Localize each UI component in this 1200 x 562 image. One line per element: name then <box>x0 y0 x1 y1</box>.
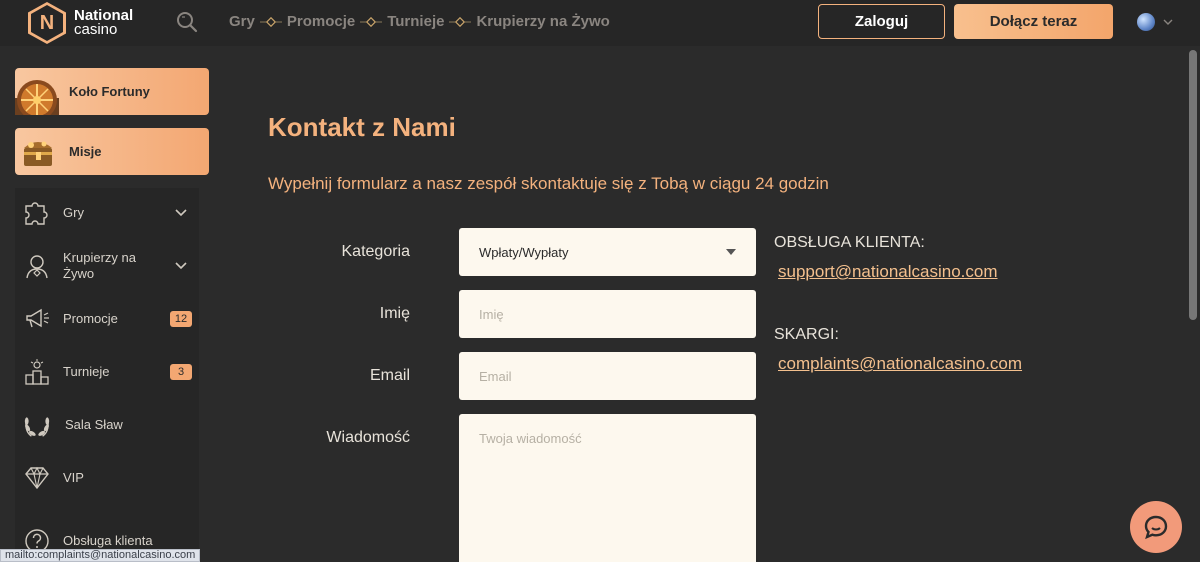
sidebar-item-tournaments[interactable]: Turnieje 3 <box>15 357 199 387</box>
sidebar-promo-label: Misje <box>69 144 102 159</box>
nav-separator-icon <box>444 16 476 27</box>
sidebar-item-live-dealers[interactable]: Krupierzy na Żywo <box>15 248 199 284</box>
category-select[interactable]: Wpłaty/Wypłaty <box>459 228 756 276</box>
sidebar-menu: Gry Krupierzy na Żywo Promocje 12 Turnie… <box>15 188 199 562</box>
sidebar-item-label: Gry <box>63 205 84 220</box>
sidebar-item-label: Krupierzy na Żywo <box>63 250 136 281</box>
live-chat-button[interactable] <box>1130 501 1182 553</box>
name-input-placeholder: Imię <box>479 306 504 322</box>
brand-logo[interactable]: N National casino <box>28 2 133 44</box>
sidebar-item-promotions[interactable]: Promocje 12 <box>15 304 199 334</box>
chat-bubble-icon <box>1144 515 1168 540</box>
sidebar: Koło Fortuny Misje Gry Krupierzy na Żywo… <box>0 46 220 562</box>
message-label: Wiadomość <box>326 429 410 446</box>
category-select-value: Wpłaty/Wypłaty <box>479 244 569 260</box>
nav-separator-icon <box>255 16 287 27</box>
dropdown-arrow-icon <box>726 249 736 255</box>
name-input[interactable]: Imię <box>459 290 756 338</box>
nav-item-tournaments[interactable]: Turnieje <box>387 13 444 30</box>
count-badge: 3 <box>170 364 192 380</box>
browser-status-url: mailto:complaints@nationalcasino.com <box>0 549 201 562</box>
page-title: Kontakt z Nami <box>268 112 456 142</box>
complaints-heading: SKARGI: <box>774 326 839 343</box>
nav-item-live-dealers[interactable]: Krupierzy na Żywo <box>476 13 609 30</box>
search-icon[interactable] <box>176 11 198 33</box>
scrollbar-thumb[interactable] <box>1189 50 1197 320</box>
message-textarea-placeholder: Twoja wiadomość <box>479 431 582 446</box>
main-nav: Gry Promocje Turnieje Krupierzy na Żywo <box>229 13 610 30</box>
treasure-chest-icon <box>15 128 59 175</box>
logo-hexagon-icon: N <box>28 2 66 44</box>
email-input-placeholder: Email <box>479 368 512 384</box>
chevron-down-icon[interactable] <box>175 262 187 270</box>
join-now-button[interactable]: Dołącz teraz <box>954 4 1113 39</box>
name-label: Imię <box>379 305 410 322</box>
message-textarea[interactable]: Twoja wiadomość <box>459 414 756 562</box>
sidebar-item-hall-of-fame[interactable]: Sala Sław <box>15 410 199 440</box>
page-subtitle: Wypełnij formularz a nasz zespół skontak… <box>268 174 829 193</box>
sidebar-item-label: Turnieje <box>63 364 110 379</box>
podium-icon <box>23 358 51 386</box>
support-heading: OBSŁUGA KLIENTA: <box>774 234 925 251</box>
page: N National casino Gry Promocje Turnieje <box>0 0 1200 562</box>
nav-item-promotions[interactable]: Promocje <box>287 13 355 30</box>
laurel-icon <box>23 411 51 439</box>
sidebar-promo-missions[interactable]: Misje <box>15 128 209 175</box>
category-label: Kategoria <box>341 243 411 260</box>
support-email-link[interactable]: support@nationalcasino.com <box>778 262 998 282</box>
puzzle-icon <box>23 199 51 227</box>
diamond-icon <box>23 464 51 492</box>
sidebar-item-label: VIP <box>63 470 84 485</box>
nav-item-games[interactable]: Gry <box>229 13 255 30</box>
nav-separator-icon <box>355 16 387 27</box>
dealer-icon <box>23 252 51 280</box>
sidebar-item-label: Obsługa klienta <box>63 533 153 548</box>
chevron-down-icon <box>1163 19 1173 25</box>
email-label: Email <box>369 367 410 384</box>
sidebar-item-games[interactable]: Gry <box>15 198 199 228</box>
brand-name-line2: casino <box>74 21 118 38</box>
complaints-email-link[interactable]: complaints@nationalcasino.com <box>778 354 1022 374</box>
fortune-wheel-icon <box>15 68 59 115</box>
sidebar-item-vip[interactable]: VIP <box>15 463 199 493</box>
megaphone-icon <box>23 305 51 333</box>
count-badge: 12 <box>170 311 192 327</box>
email-input[interactable]: Email <box>459 352 756 400</box>
globe-icon <box>1137 13 1155 31</box>
top-header: N National casino Gry Promocje Turnieje <box>0 0 1200 46</box>
logo-letter: N <box>31 5 63 41</box>
sidebar-promo-label: Koło Fortuny <box>69 84 150 99</box>
sidebar-item-label: Promocje <box>63 311 118 326</box>
chevron-down-icon[interactable] <box>175 209 187 217</box>
login-button[interactable]: Zaloguj <box>818 4 945 39</box>
language-selector[interactable] <box>1137 13 1173 31</box>
sidebar-promo-fortune-wheel[interactable]: Koło Fortuny <box>15 68 209 115</box>
brand-name: National casino <box>74 8 133 38</box>
page-scrollbar[interactable] <box>1186 46 1200 562</box>
sidebar-item-label: Sala Sław <box>65 417 123 432</box>
